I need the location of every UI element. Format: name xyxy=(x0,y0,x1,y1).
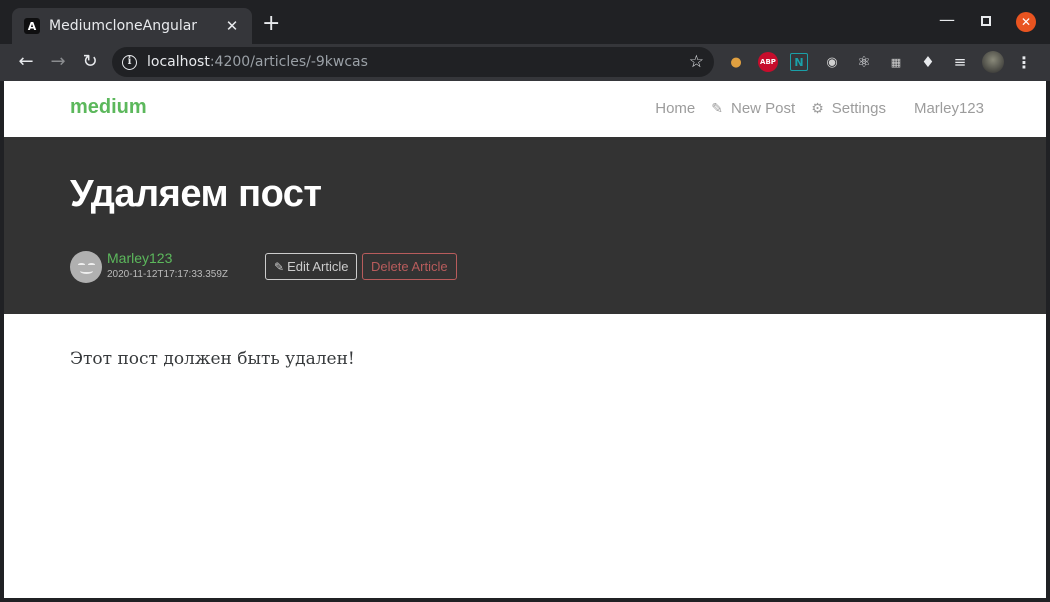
compose-icon: ✎ xyxy=(711,100,723,116)
nav-home-link[interactable]: Home xyxy=(655,100,695,117)
react-devtools-icon[interactable]: ⚛ xyxy=(854,52,874,72)
nav-settings-label: Settings xyxy=(831,100,886,117)
article-date: 2020-11-12T17:17:33.359Z xyxy=(107,269,229,280)
extensions-puzzle-icon[interactable]: ♦ xyxy=(918,52,938,72)
avatar-eye-right xyxy=(88,263,95,266)
minimize-window-icon[interactable]: — xyxy=(939,10,955,29)
article-banner: Удаляем пост Marley123 2020-11-12T17:17:… xyxy=(4,137,1046,314)
nav-profile-label: Marley123 xyxy=(913,100,984,117)
nav-links: Home ✎ New Post ⚙ Settings Marley123 xyxy=(639,100,984,117)
author-link[interactable]: Marley123 xyxy=(107,250,172,266)
gear-icon: ⚙ xyxy=(811,100,824,116)
tab-close-icon[interactable]: ✕ xyxy=(224,17,240,35)
avatar-eye-left xyxy=(78,263,85,266)
forward-arrow-icon[interactable]: → xyxy=(46,50,70,74)
article-title: Удаляем пост xyxy=(70,173,322,215)
reload-icon[interactable]: ↻ xyxy=(78,50,102,74)
tab-title: MediumcloneAngular xyxy=(49,18,198,34)
adblock-plus-icon[interactable]: ABP xyxy=(758,52,778,72)
edit-article-button[interactable]: ✎ Edit Article xyxy=(265,253,358,280)
nav-new-post-label: New Post xyxy=(730,100,796,117)
browser-toolbar: ← → ↻ i localhost:4200/articles/-9kwcas … xyxy=(0,44,1050,81)
avatar-mouth xyxy=(80,268,93,274)
edit-article-label: Edit Article xyxy=(287,259,349,274)
close-window-icon[interactable]: ✕ xyxy=(1016,12,1036,32)
n-extension-icon[interactable]: N xyxy=(790,53,808,71)
pencil-icon: ✎ xyxy=(274,259,285,274)
site-navbar: medium Home ✎ New Post ⚙ Settings Marley… xyxy=(4,81,1046,137)
browser-tab[interactable]: A MediumcloneAngular ✕ xyxy=(12,8,252,44)
nav-profile-link[interactable]: Marley123 xyxy=(914,100,984,117)
url-host: localhost xyxy=(147,54,210,70)
bookmark-star-icon[interactable]: ☆ xyxy=(689,52,704,72)
nav-settings-link[interactable]: ⚙ Settings xyxy=(811,100,886,117)
address-bar[interactable]: i localhost:4200/articles/-9kwcas ☆ xyxy=(112,47,714,77)
author-avatar[interactable] xyxy=(70,251,102,283)
article-body: Этот пост должен быть удален! xyxy=(70,349,355,369)
maximize-window-icon[interactable] xyxy=(981,16,991,26)
new-tab-icon[interactable]: + xyxy=(262,13,280,35)
cookie-extension-icon[interactable]: ● xyxy=(726,52,746,72)
url-path: :4200/articles/-9kwcas xyxy=(209,54,368,70)
nav-home-label: Home xyxy=(655,100,696,117)
nav-new-post-link[interactable]: ✎ New Post xyxy=(711,100,795,117)
media-playlist-icon[interactable]: ≡ xyxy=(950,52,970,72)
profile-avatar-icon[interactable] xyxy=(982,51,1004,73)
page-viewport: medium Home ✎ New Post ⚙ Settings Marley… xyxy=(4,81,1046,598)
brand-logo[interactable]: medium xyxy=(70,96,147,119)
delete-article-button[interactable]: Delete Article xyxy=(362,253,457,280)
delete-article-label: Delete Article xyxy=(371,259,448,274)
glasses-extension-icon[interactable]: ◉ xyxy=(822,52,842,72)
angular-favicon-icon: A xyxy=(24,18,40,34)
more-menu-icon[interactable]: ⋮ xyxy=(1014,52,1034,72)
site-info-icon[interactable]: i xyxy=(122,54,137,70)
browser-tab-strip: A MediumcloneAngular ✕ + — ✕ xyxy=(0,0,1050,44)
back-arrow-icon[interactable]: ← xyxy=(14,50,38,74)
ss-extension-icon[interactable]: ▦ xyxy=(886,52,906,72)
